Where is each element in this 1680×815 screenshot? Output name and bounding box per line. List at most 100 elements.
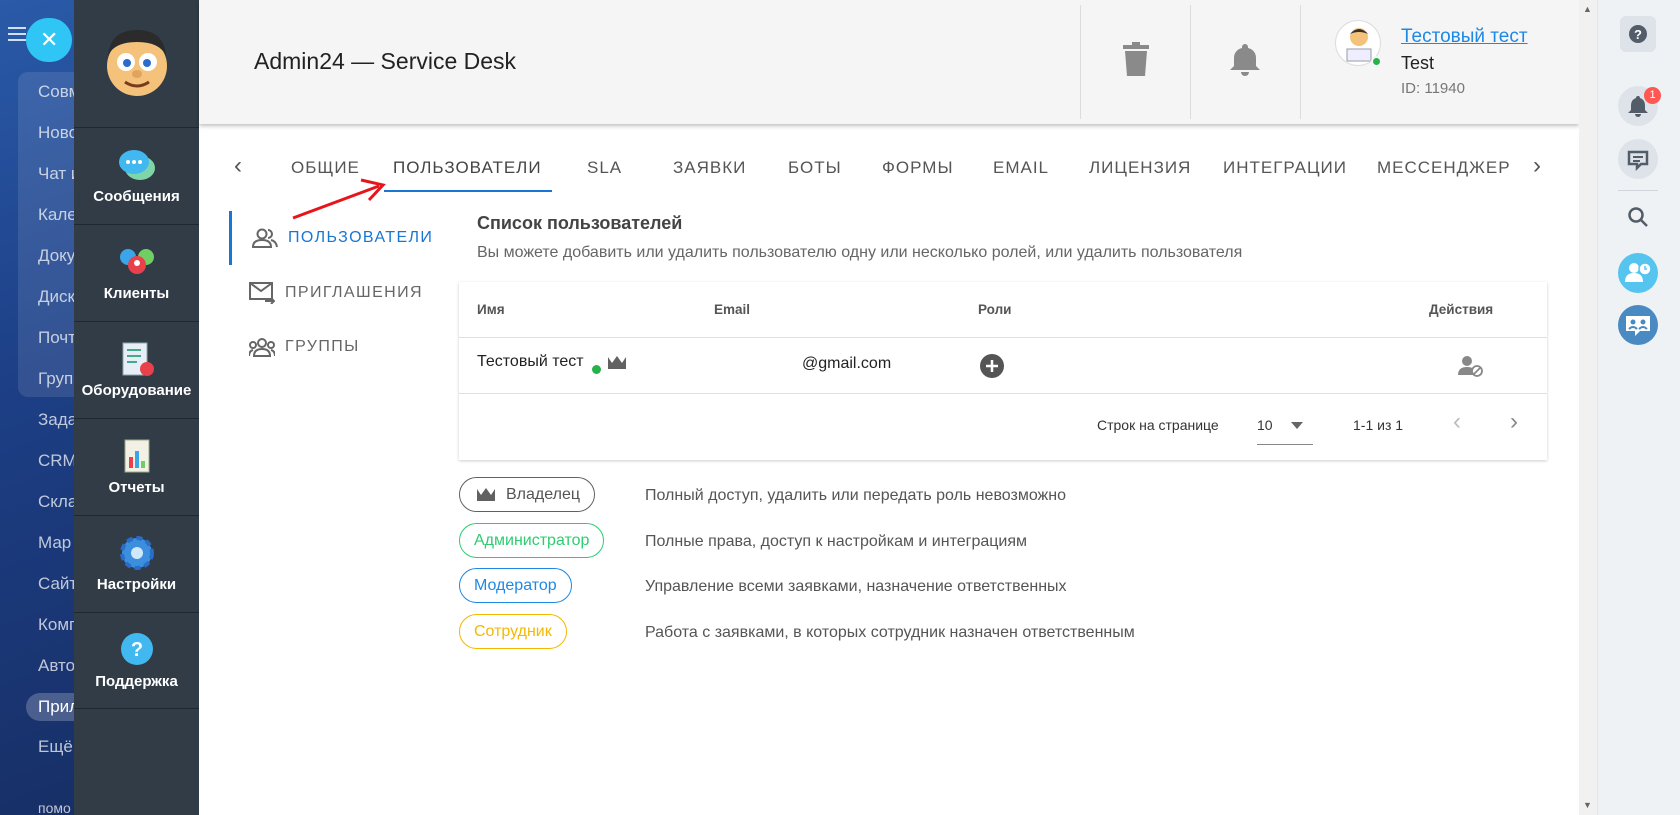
user-id: ID: 11940 bbox=[1401, 80, 1465, 97]
nav-equipment[interactable]: Оборудование bbox=[74, 321, 199, 418]
bitrix-menu-item[interactable]: Авто bbox=[38, 656, 75, 676]
user-name-link[interactable]: Тестовый тест bbox=[1401, 26, 1528, 48]
bell-icon[interactable] bbox=[1229, 42, 1261, 78]
role-chip-employee: Сотрудник bbox=[459, 614, 567, 649]
right-toolbar: ? 1 bbox=[1597, 0, 1680, 815]
open-lines-button[interactable] bbox=[1618, 305, 1658, 345]
tab-forms[interactable]: ФОРМЫ bbox=[882, 158, 954, 178]
role-chip-admin: Администратор bbox=[459, 523, 605, 558]
tab-integrations[interactable]: ИНТЕГРАЦИИ bbox=[1223, 158, 1347, 178]
bitrix-group-panel bbox=[18, 72, 78, 397]
header-divider bbox=[1080, 5, 1081, 119]
tab-license[interactable]: ЛИЦЕНЗИЯ bbox=[1089, 158, 1191, 178]
contact-center-button[interactable] bbox=[1618, 253, 1658, 293]
bitrix-menu-item[interactable]: CRM bbox=[38, 451, 77, 471]
mail-forward-icon bbox=[249, 282, 275, 304]
side-item-invitations[interactable]: ПРИГЛАШЕНИЯ bbox=[229, 266, 439, 320]
bitrix-menu-item[interactable]: помо bbox=[38, 800, 71, 815]
user-clock-icon bbox=[1618, 253, 1658, 293]
scroll-up-icon[interactable]: ▲ bbox=[1583, 4, 1592, 14]
bitrix-menu-item[interactable]: Мар bbox=[38, 533, 71, 553]
support-icon: ? bbox=[121, 633, 153, 665]
crown-icon bbox=[608, 356, 626, 369]
nav-clients[interactable]: Клиенты bbox=[74, 224, 199, 321]
column-header-name[interactable]: Имя bbox=[477, 302, 505, 317]
tab-messengers[interactable]: МЕССЕНДЖЕРЫ bbox=[1377, 158, 1509, 178]
svg-text:?: ? bbox=[131, 639, 143, 661]
side-item-groups[interactable]: ГРУППЫ bbox=[229, 320, 439, 374]
bitrix-menu-item[interactable]: Ново bbox=[38, 123, 78, 143]
chevron-down-icon[interactable] bbox=[1291, 422, 1303, 429]
bitrix-menu-item[interactable]: Почт bbox=[38, 328, 76, 348]
nav-label: Клиенты bbox=[103, 285, 170, 302]
search-button[interactable] bbox=[1618, 197, 1658, 237]
side-item-label: ПРИГЛАШЕНИЯ bbox=[285, 284, 423, 301]
bitrix-menu-item[interactable]: Комп bbox=[38, 615, 78, 635]
tab-email[interactable]: EMAIL bbox=[993, 158, 1049, 178]
bitrix-menu-item[interactable]: Зада bbox=[38, 410, 77, 430]
role-chip-label: Владелец bbox=[506, 486, 581, 503]
bitrix-menu-item[interactable]: Ещё bbox=[38, 737, 73, 757]
main-area: Admin24 — Service Desk Тестовый тест Tes… bbox=[199, 0, 1579, 815]
column-header-email[interactable]: Email bbox=[714, 302, 750, 317]
chat-button[interactable] bbox=[1618, 139, 1658, 179]
menu-icon[interactable] bbox=[8, 27, 26, 41]
chevron-left-icon[interactable]: ‹ bbox=[234, 152, 242, 180]
nav-label: Отчеты bbox=[108, 479, 165, 496]
messages-icon bbox=[119, 150, 155, 180]
equipment-icon bbox=[122, 342, 154, 376]
header-divider bbox=[1190, 5, 1191, 119]
crown-icon bbox=[477, 488, 495, 501]
column-header-actions: Действия bbox=[1429, 302, 1494, 317]
divider bbox=[459, 337, 1547, 338]
side-item-label: ГРУППЫ bbox=[285, 338, 360, 355]
bitrix-menu-item[interactable]: Диск bbox=[38, 287, 75, 307]
rows-per-page-select[interactable]: 10 bbox=[1257, 417, 1273, 433]
chevron-right-icon[interactable]: › bbox=[1533, 152, 1541, 180]
next-page-icon[interactable]: › bbox=[1510, 408, 1518, 436]
remove-user-icon[interactable] bbox=[1458, 355, 1484, 377]
scroll-down-icon[interactable]: ▼ bbox=[1583, 800, 1592, 810]
tab-tickets[interactable]: ЗАЯВКИ bbox=[673, 158, 746, 178]
app-logo-avatar bbox=[107, 30, 167, 96]
bitrix-menu-item[interactable]: Скла bbox=[38, 492, 77, 512]
tab-sla[interactable]: SLA bbox=[587, 158, 622, 178]
user-subtitle: Test bbox=[1401, 53, 1435, 73]
section-description: Вы можете добавить или удалить пользоват… bbox=[477, 244, 1243, 261]
nav-messages[interactable]: Сообщения bbox=[74, 127, 199, 224]
role-description: Полные права, доступ к настройкам и инте… bbox=[645, 533, 1028, 550]
active-tab-indicator bbox=[384, 190, 552, 192]
nav-label: Сообщения bbox=[93, 188, 180, 205]
online-status-dot bbox=[1371, 56, 1382, 67]
side-item-users[interactable]: ПОЛЬЗОВАТЕЛИ bbox=[229, 211, 439, 265]
role-chip-moderator: Модератор bbox=[459, 568, 572, 603]
users-icon bbox=[252, 228, 278, 248]
nav-settings[interactable]: Настройки bbox=[74, 515, 199, 612]
search-icon bbox=[1628, 207, 1648, 227]
prev-page-icon[interactable]: ‹ bbox=[1453, 408, 1461, 436]
clients-icon bbox=[120, 249, 154, 274]
svg-text:?: ? bbox=[1634, 27, 1642, 42]
notification-badge: 1 bbox=[1644, 87, 1661, 104]
add-role-icon[interactable] bbox=[980, 354, 1004, 378]
scrollbar[interactable]: ▲ ▼ bbox=[1579, 0, 1597, 815]
bitrix-menu-item[interactable]: Кале bbox=[38, 205, 77, 225]
app-nav: Сообщения Клиенты Оборудование Отчеты На… bbox=[74, 0, 199, 815]
divider bbox=[1618, 190, 1658, 191]
bitrix-menu-item[interactable]: Доку bbox=[38, 246, 75, 266]
column-header-roles[interactable]: Роли bbox=[978, 302, 1011, 317]
help-button[interactable]: ? bbox=[1618, 14, 1658, 54]
tab-general[interactable]: ОБЩИЕ bbox=[291, 158, 360, 178]
nav-reports[interactable]: Отчеты bbox=[74, 418, 199, 515]
nav-support[interactable]: ? Поддержка bbox=[74, 612, 199, 709]
pagination-range: 1-1 из 1 bbox=[1353, 417, 1404, 433]
close-slider-button[interactable]: ✕ bbox=[26, 18, 72, 62]
user-email-cell: @gmail.com bbox=[802, 355, 892, 372]
trash-icon[interactable] bbox=[1123, 42, 1149, 76]
bitrix-menu-item[interactable]: Сайт bbox=[38, 574, 77, 594]
tab-users[interactable]: ПОЛЬЗОВАТЕЛИ bbox=[393, 158, 542, 178]
tab-bots[interactable]: БОТЫ bbox=[788, 158, 842, 178]
side-item-label: ПОЛЬЗОВАТЕЛИ bbox=[288, 229, 434, 246]
bitrix-menu-item[interactable]: Груп bbox=[38, 369, 73, 389]
role-description: Работа с заявками, в которых сотрудник н… bbox=[645, 624, 1135, 641]
